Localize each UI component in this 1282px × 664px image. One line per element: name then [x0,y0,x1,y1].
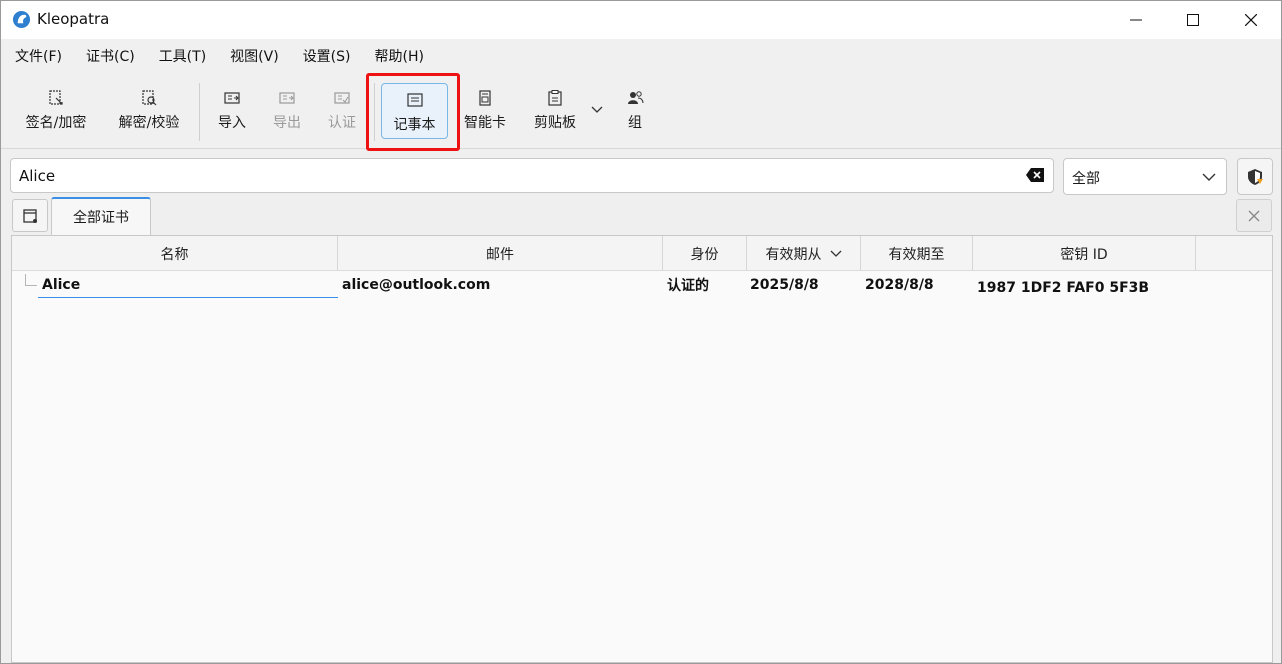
title-bar[interactable]: Kleopatra [1,1,1281,39]
export-button[interactable]: 导出 [264,81,310,141]
notepad-label: 记事本 [393,117,436,133]
maximize-icon [1187,14,1199,26]
search-input[interactable] [19,164,999,188]
group-button[interactable]: 组 [615,81,655,141]
new-tab-button[interactable] [12,199,48,232]
group-icon [628,91,644,104]
column-header-email[interactable]: 邮件 [338,236,663,271]
clipboard-label: 剪贴板 [534,115,576,131]
smartcard-button[interactable]: 智能卡 [459,81,511,141]
column-header-name[interactable]: 名称 [12,236,338,271]
cell-email: alice@outlook.com [342,277,491,293]
column-header-key-id[interactable]: 密钥 ID [973,236,1196,271]
column-header-validity[interactable]: 身份 [663,236,747,271]
certify-icon [334,92,350,104]
tab-all-certificates[interactable]: 全部证书 [51,197,151,235]
kleopatra-app-icon [12,10,31,29]
column-header-valid-from-label: 有效期从 [765,246,822,263]
close-button[interactable] [1222,1,1280,39]
toolbar-separator [199,83,200,141]
new-tab-icon [23,208,37,223]
export-icon [279,92,295,104]
table-header: 名称 邮件 身份 有效期从 有效期至 密钥 ID [12,236,1272,271]
column-header-valid-until[interactable]: 有效期至 [861,236,973,271]
notepad-icon [406,93,423,107]
main-toolbar: 签名/加密 解密/校验 导入 导出 认证 记事本 智能卡 剪贴板 组 [1,73,1281,149]
maximize-button[interactable] [1164,1,1222,39]
smartcard-label: 智能卡 [464,115,506,131]
export-label: 导出 [273,115,301,131]
menu-help[interactable]: 帮助(H) [367,42,432,70]
menu-file[interactable]: 文件(F) [7,42,70,70]
menu-settings[interactable]: 设置(S) [295,42,359,70]
close-tab-button[interactable] [1236,199,1272,232]
chevron-down-icon[interactable] [590,103,604,117]
menu-bar: 文件(F) 证书(C) 工具(T) 视图(V) 设置(S) 帮助(H) [1,39,1281,73]
cell-valid-from: 2025/8/8 [750,277,819,293]
close-icon [1245,14,1257,26]
clipboard-button[interactable]: 剪贴板 [527,81,583,141]
certificate-filter-select[interactable]: 全部 [1063,158,1227,195]
window-title: Kleopatra [37,10,110,28]
clear-search-icon[interactable] [1025,167,1045,183]
decrypt-verify-button[interactable]: 解密/校验 [109,81,189,141]
table-row[interactable]: Alice alice@outlook.com 认证的 2025/8/8 202… [12,272,1272,298]
menu-tools[interactable]: 工具(T) [151,42,214,70]
import-label: 导入 [218,115,246,131]
cell-valid-until: 2028/8/8 [865,277,934,293]
tree-branch-line [25,274,37,286]
sign-encrypt-button[interactable]: 签名/加密 [15,81,97,141]
certify-button[interactable]: 认证 [319,81,365,141]
sort-descending-icon [830,250,841,257]
current-cell-indicator [38,297,338,298]
column-header-valid-from[interactable]: 有效期从 [747,236,861,271]
search-box[interactable] [10,158,1054,193]
cell-name: Alice [42,277,81,293]
decrypt-verify-label: 解密/校验 [118,115,180,131]
certify-label: 认证 [328,115,356,131]
menu-certificates[interactable]: 证书(C) [78,42,143,70]
import-button[interactable]: 导入 [209,81,255,141]
cell-validity: 认证的 [667,278,709,294]
shield-icon [1248,168,1263,185]
menu-view[interactable]: 视图(V) [222,42,287,70]
kleopatra-window: Kleopatra 文件(F) 证书(C) 工具(T) 视图(V) 设置(S) … [0,0,1282,664]
import-icon [224,92,240,104]
decrypt-verify-icon [142,90,157,106]
clipboard-icon [548,90,562,106]
certificate-status-button[interactable] [1237,158,1273,195]
cell-key-id: 1987 1DF2 FAF0 5F3B [977,280,1150,296]
sign-encrypt-label: 签名/加密 [25,115,87,131]
toolbar-separator [374,83,375,141]
filter-selected-value: 全部 [1072,171,1100,187]
notepad-button[interactable]: 记事本 [381,83,448,139]
certificate-table[interactable]: 名称 邮件 身份 有效期从 有效期至 密钥 ID Alice alice@out… [11,235,1273,663]
sign-encrypt-icon [49,90,63,105]
smartcard-icon [479,90,491,106]
close-icon [1248,210,1260,221]
group-label: 组 [628,115,642,131]
minimize-icon [1130,19,1142,21]
chevron-down-icon [1202,173,1216,181]
minimize-button[interactable] [1107,1,1165,39]
